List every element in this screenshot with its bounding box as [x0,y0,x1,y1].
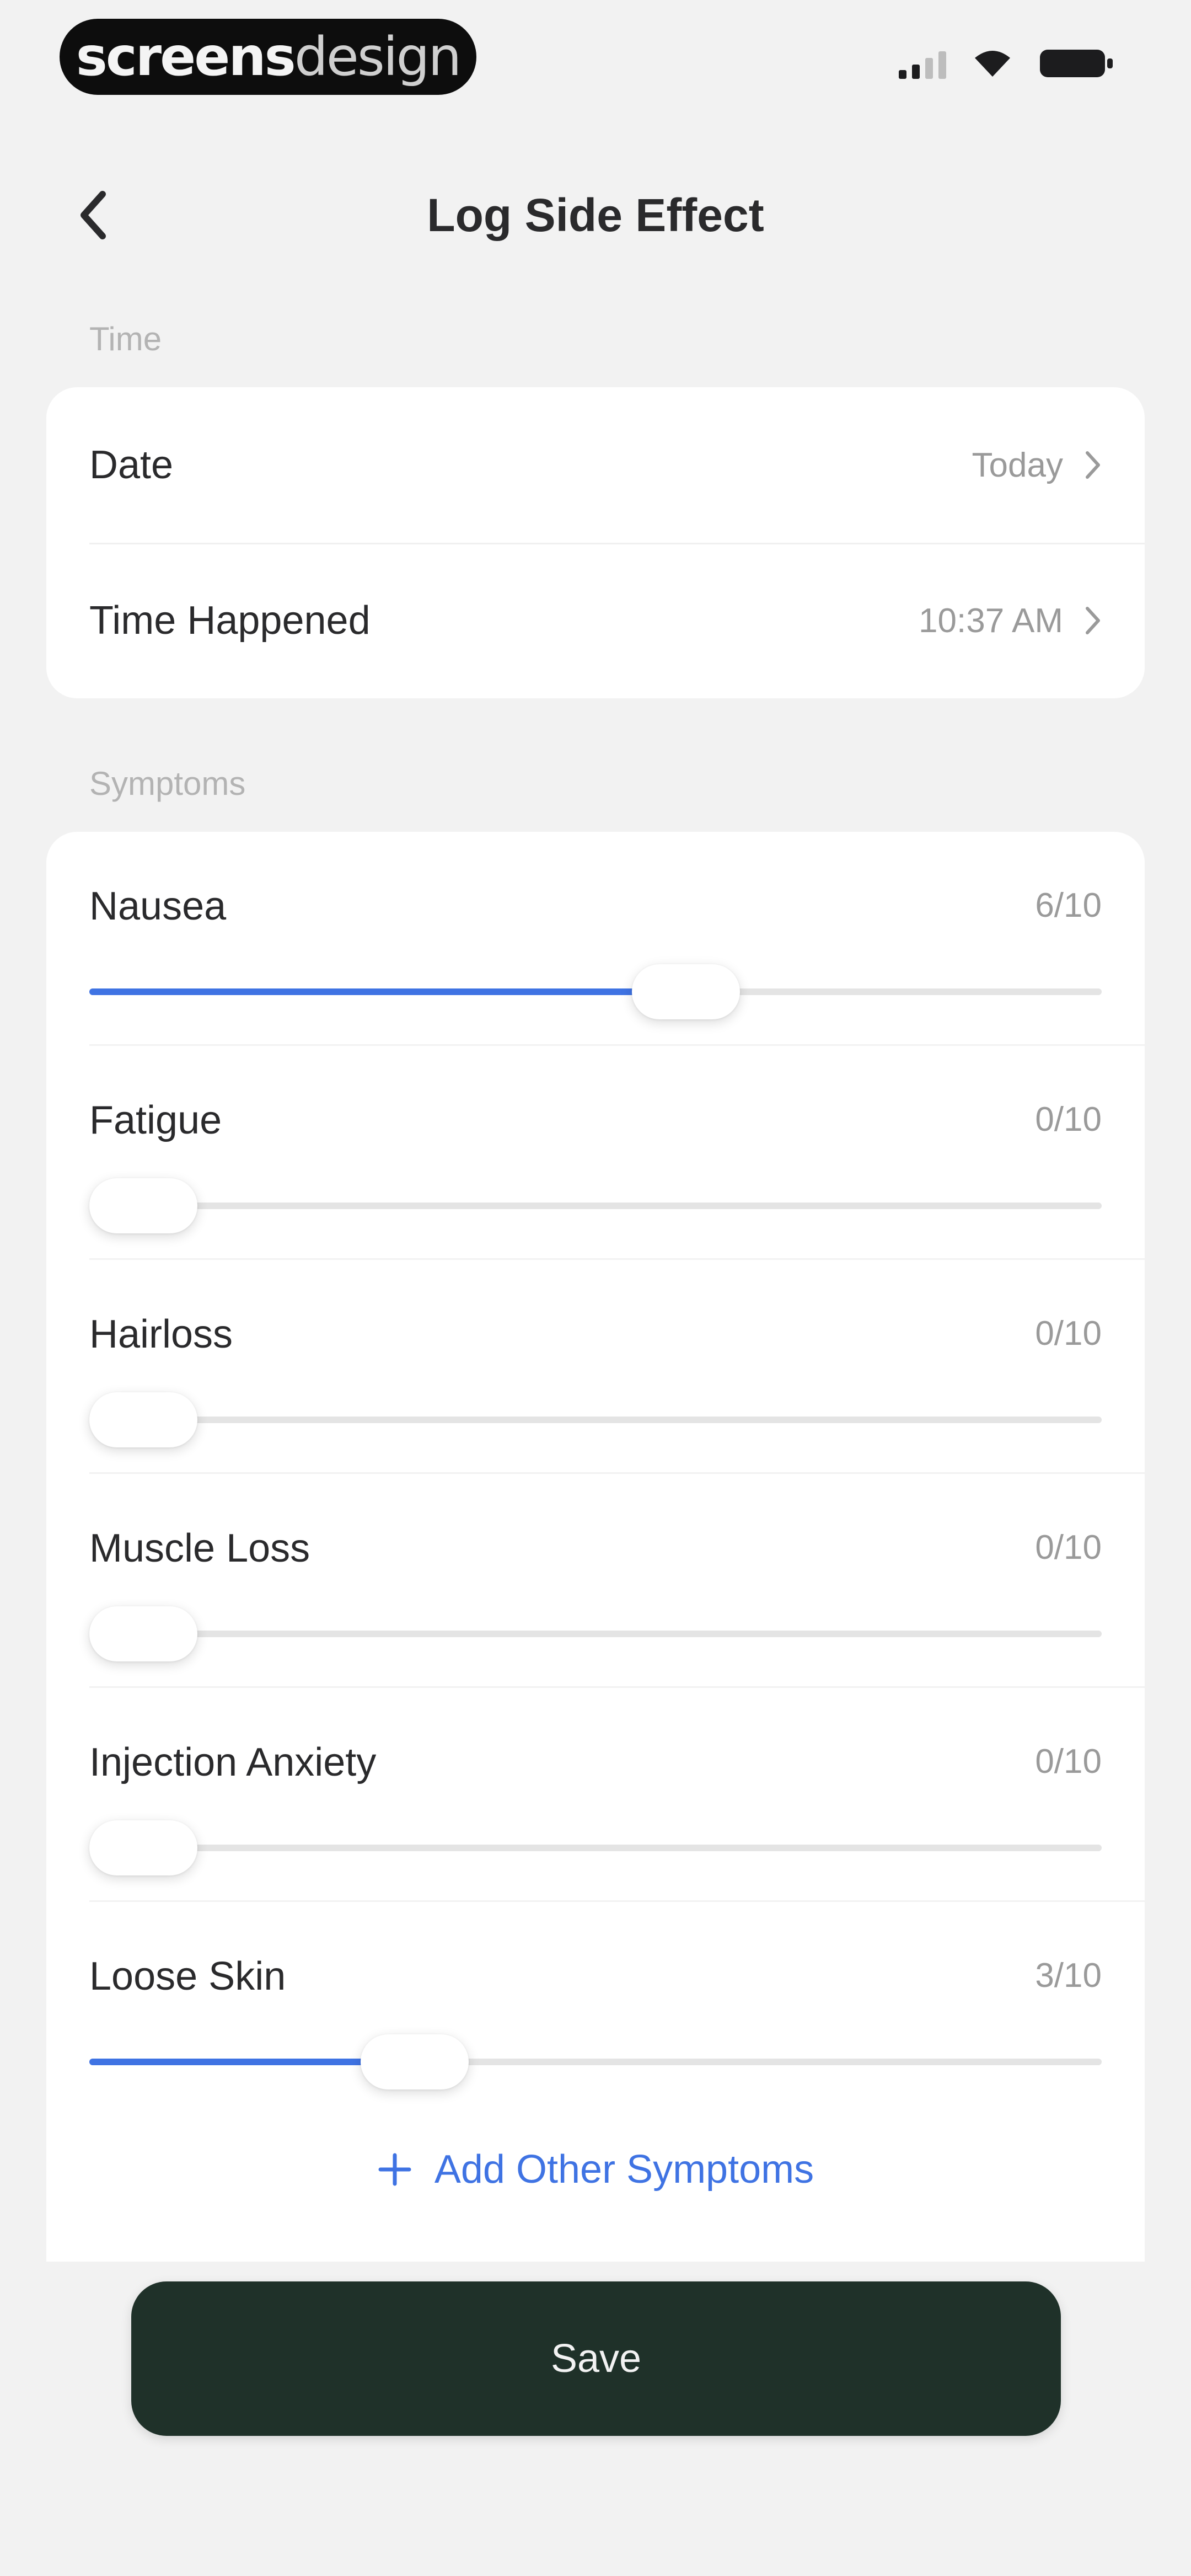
save-button[interactable]: Save [131,2281,1061,2436]
date-value-group: Today [972,446,1102,485]
time-happened-value-group: 10:37 AM [919,601,1102,640]
slider-track [89,1631,1102,1637]
symptom-muscle-loss: Muscle Loss 0/10 [89,1474,1145,1688]
slider-thumb[interactable] [89,1820,197,1875]
date-value: Today [972,446,1063,484]
time-happened-label: Time Happened [89,598,371,643]
symptom-name: Muscle Loss [89,1526,310,1570]
symptoms-section-label: Symptoms [89,765,246,802]
slider-track [89,1417,1102,1423]
slider-fill [89,988,686,995]
slider-thumb[interactable] [632,964,740,1019]
symptom-hairloss: Hairloss 0/10 [89,1260,1145,1474]
symptom-score: 0/10 [1035,1743,1102,1781]
hairloss-slider[interactable] [89,1392,1102,1447]
time-happened-row[interactable]: Time Happened 10:37 AM [89,543,1102,698]
battery-icon [1039,47,1114,79]
nausea-slider[interactable] [89,964,1102,1019]
brand-logo: screens design [60,19,476,95]
loose-skin-slider[interactable] [89,2034,1102,2089]
symptom-score: 6/10 [1035,886,1102,924]
time-section-label: Time [89,320,162,357]
symptom-score: 3/10 [1035,1957,1102,1995]
symptom-name: Nausea [89,884,227,928]
symptom-name: Loose Skin [89,1954,286,1998]
slider-thumb[interactable] [89,1392,197,1447]
injection-anxiety-slider[interactable] [89,1820,1102,1875]
chevron-right-icon [1086,607,1100,634]
brand-logo-bold: screens [76,26,296,88]
add-other-symptoms-button[interactable]: Add Other Symptoms [46,2147,1145,2192]
symptom-nausea: Nausea 6/10 [89,832,1145,1046]
symptoms-card: Nausea 6/10 Fatigue 0/10 Hairloss 0/10 M… [46,832,1145,2262]
fatigue-slider[interactable] [89,1178,1102,1233]
time-card: Date Today Time Happened 10:37 AM [46,387,1145,698]
date-row[interactable]: Date Today [89,387,1102,543]
symptom-name: Injection Anxiety [89,1740,377,1784]
nav-bar: Log Side Effect [0,160,1191,270]
muscle-loss-slider[interactable] [89,1606,1102,1661]
page-title: Log Side Effect [427,189,764,241]
log-side-effect-screen: screens design Log Side Effect Time Date… [0,0,1191,2576]
symptom-fatigue: Fatigue 0/10 [89,1046,1145,1260]
slider-thumb[interactable] [89,1178,197,1233]
slider-thumb[interactable] [89,1606,197,1661]
cellular-signal-icon [899,48,946,79]
date-label: Date [89,443,174,487]
status-icons [899,47,1114,79]
wifi-icon [973,48,1012,79]
chevron-right-icon [1086,451,1100,479]
symptom-score: 0/10 [1035,1314,1102,1353]
slider-track [89,1203,1102,1209]
symptom-loose-skin: Loose Skin 3/10 [89,1902,1102,2116]
symptom-name: Fatigue [89,1098,222,1142]
symptom-score: 0/10 [1035,1529,1102,1567]
symptom-injection-anxiety: Injection Anxiety 0/10 [89,1688,1145,1902]
status-bar: screens design [0,0,1191,127]
slider-track [89,1845,1102,1851]
brand-logo-light: design [294,26,462,88]
symptom-name: Hairloss [89,1312,233,1356]
time-happened-value: 10:37 AM [919,601,1063,640]
slider-thumb[interactable] [361,2034,469,2089]
add-other-symptoms-label: Add Other Symptoms [434,2147,814,2192]
plus-icon [378,2153,411,2186]
symptom-score: 0/10 [1035,1100,1102,1139]
